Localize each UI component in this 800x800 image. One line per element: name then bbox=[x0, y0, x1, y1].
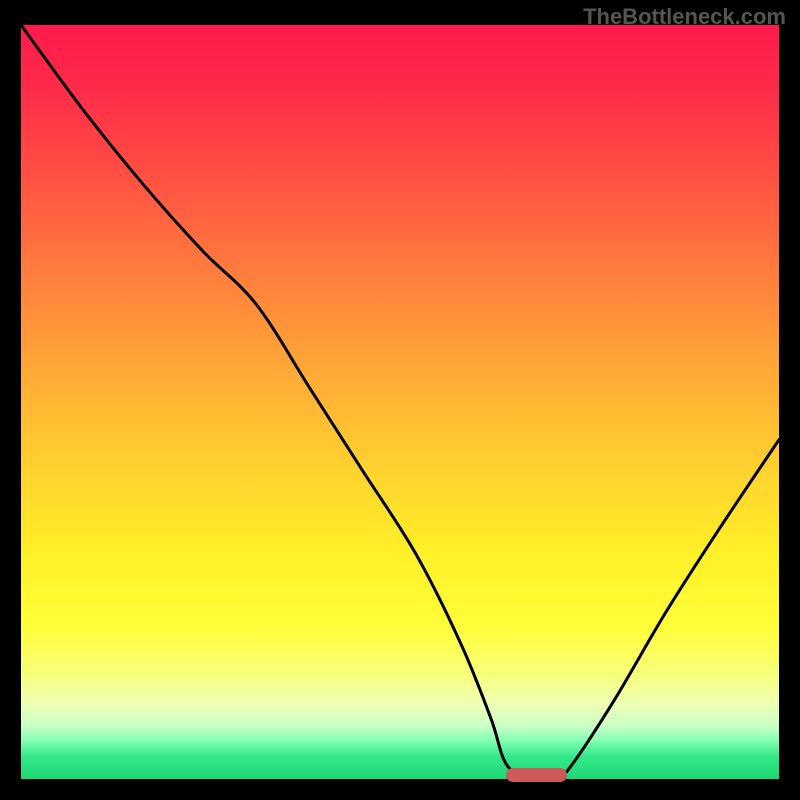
optimal-range-marker bbox=[506, 768, 567, 782]
curve-layer bbox=[21, 25, 779, 779]
bottleneck-curve bbox=[21, 25, 779, 779]
chart-frame: TheBottleneck.com bbox=[0, 0, 800, 800]
plot-area bbox=[21, 25, 779, 779]
watermark-text: TheBottleneck.com bbox=[583, 4, 786, 30]
